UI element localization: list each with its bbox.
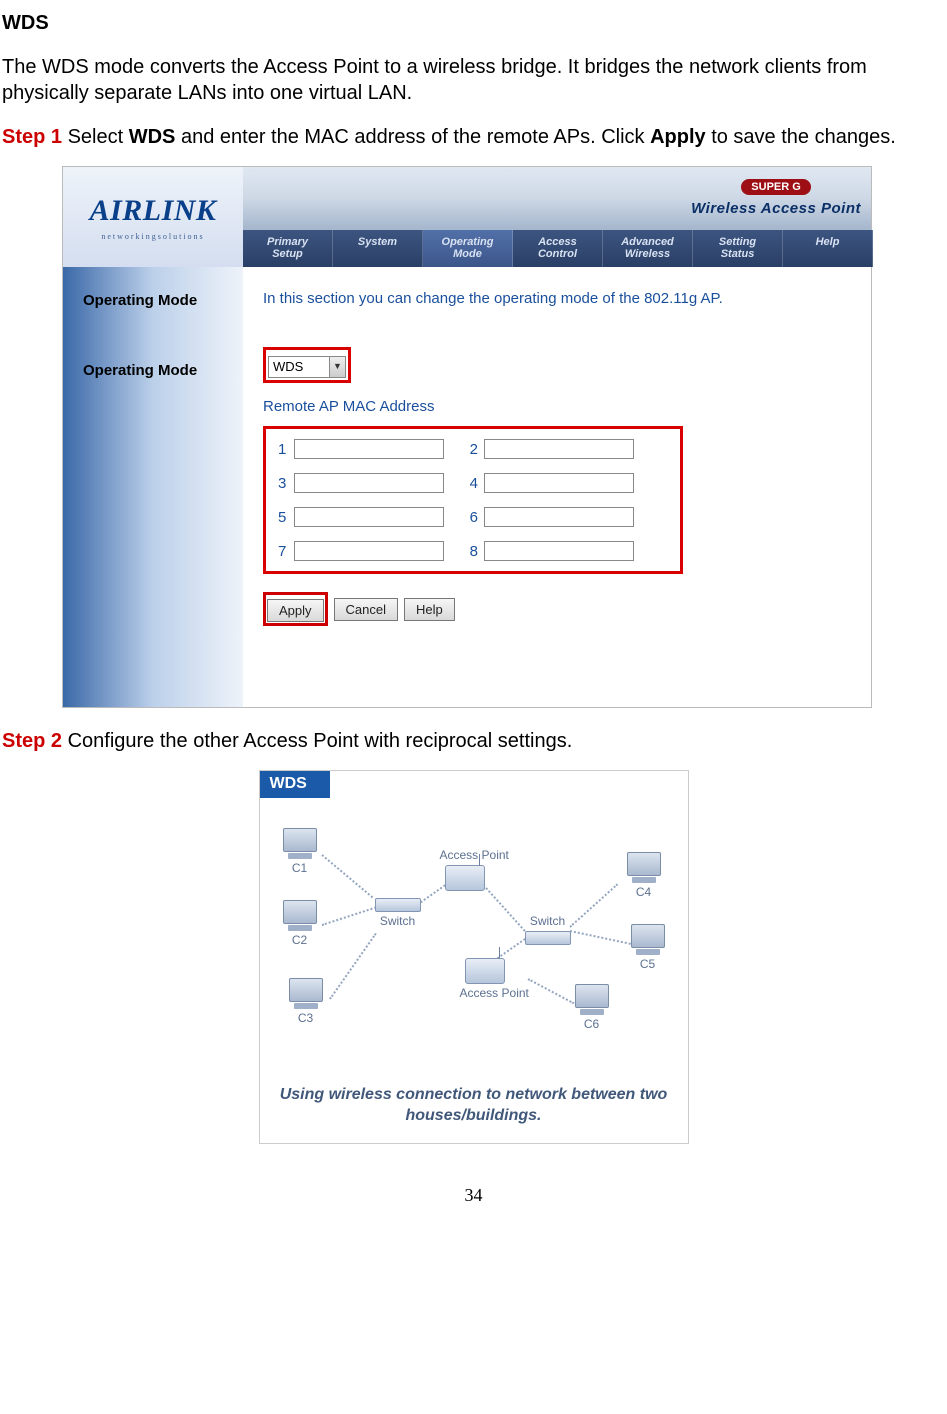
logo-subtext: networkingsolutions xyxy=(101,232,204,242)
help-button[interactable]: Help xyxy=(404,598,455,621)
label-ap2: Access Point xyxy=(460,986,510,1002)
label-c3: C3 xyxy=(284,1011,328,1027)
brand-badge: SUPER G Wireless Access Point xyxy=(691,171,861,219)
node-c4: C4 xyxy=(622,852,666,901)
tab-setting-status[interactable]: SettingStatus xyxy=(693,230,783,267)
step1-text-a: Select xyxy=(62,126,129,148)
wds-diagram-caption: Using wireless connection to network bet… xyxy=(280,1084,668,1127)
side-label-operating-mode-1: Operating Mode xyxy=(83,291,243,311)
mac-num-7: 7 xyxy=(278,542,294,562)
section-title: WDS xyxy=(2,10,945,36)
mac-input-5[interactable] xyxy=(294,507,444,527)
step1-text-b: and enter the MAC address of the remote … xyxy=(175,126,650,148)
page-number: 34 xyxy=(2,1184,945,1207)
cancel-button[interactable]: Cancel xyxy=(334,598,398,621)
logo-text: AIRLINK xyxy=(90,191,217,230)
mac-input-6[interactable] xyxy=(484,507,634,527)
apply-button[interactable]: Apply xyxy=(267,599,324,622)
mode-select[interactable]: WDS ▼ xyxy=(268,356,346,378)
node-c5: C5 xyxy=(626,924,670,973)
body: Operating Mode Operating Mode In this se… xyxy=(63,267,871,707)
tab-system[interactable]: System xyxy=(333,230,423,267)
tab-operating-mode[interactable]: OperatingMode xyxy=(423,230,513,267)
mac-num-1: 1 xyxy=(278,440,294,460)
node-ap2: Access Point xyxy=(460,958,510,1002)
mac-input-3[interactable] xyxy=(294,473,444,493)
wds-diagram: C1 C2 C3 Switch Access Point S xyxy=(270,808,678,1068)
logo: AIRLINK networkingsolutions xyxy=(63,167,243,267)
brand-wap: Wireless Access Point xyxy=(691,199,861,219)
line-c1-sw1 xyxy=(321,854,373,898)
label-sw2: Switch xyxy=(520,914,576,930)
wds-diagram-title: WDS xyxy=(260,771,330,798)
label-c4: C4 xyxy=(622,885,666,901)
step1-bold-wds: WDS xyxy=(129,126,176,148)
step2-label: Step 2 xyxy=(2,730,62,752)
line-sw2-c5 xyxy=(569,930,630,945)
step1-paragraph: Step 1 Select WDS and enter the MAC addr… xyxy=(2,124,945,150)
mac-num-8: 8 xyxy=(454,542,484,562)
mac-input-8[interactable] xyxy=(484,541,634,561)
node-c6: C6 xyxy=(570,984,614,1033)
node-c1: C1 xyxy=(278,828,322,877)
mac-input-2[interactable] xyxy=(484,439,634,459)
label-sw1: Switch xyxy=(370,914,426,930)
mac-grid: 1 2 3 4 5 6 7 8 xyxy=(278,439,668,561)
line-ap2-c6 xyxy=(527,978,574,1004)
mac-num-5: 5 xyxy=(278,508,294,528)
tab-bar: PrimarySetup System OperatingMode Access… xyxy=(243,230,873,267)
chevron-down-icon: ▼ xyxy=(329,357,345,377)
label-c6: C6 xyxy=(570,1017,614,1033)
brand-superg: SUPER G xyxy=(741,179,811,195)
mac-input-7[interactable] xyxy=(294,541,444,561)
step2-paragraph: Step 2 Configure the other Access Point … xyxy=(2,728,945,754)
mode-select-highlight: WDS ▼ xyxy=(263,347,351,383)
mac-input-4[interactable] xyxy=(484,473,634,493)
step1-label: Step 1 xyxy=(2,126,62,148)
side-label-operating-mode-2: Operating Mode xyxy=(83,361,243,381)
remote-ap-mac-label: Remote AP MAC Address xyxy=(263,397,851,417)
node-sw1: Switch xyxy=(370,898,426,930)
node-c2: C2 xyxy=(278,900,322,949)
mac-grid-highlight: 1 2 3 4 5 6 7 8 xyxy=(263,426,683,574)
mac-num-2: 2 xyxy=(454,440,484,460)
step1-text-c: to save the changes. xyxy=(706,126,896,148)
tab-advanced-wireless[interactable]: AdvancedWireless xyxy=(603,230,693,267)
step1-bold-apply: Apply xyxy=(650,126,706,148)
header-bar: AIRLINK networkingsolutions SUPER G Wire… xyxy=(63,167,871,267)
sidebar-gradient xyxy=(63,267,243,707)
mac-num-3: 3 xyxy=(278,474,294,494)
label-c1: C1 xyxy=(278,861,322,877)
label-ap1: Access Point xyxy=(440,848,490,864)
wds-diagram-panel: WDS C1 C2 C3 xyxy=(259,770,689,1144)
step2-text: Configure the other Access Point with re… xyxy=(62,730,572,752)
label-c2: C2 xyxy=(278,933,322,949)
admin-screenshot: AIRLINK networkingsolutions SUPER G Wire… xyxy=(62,166,872,708)
tab-help[interactable]: Help xyxy=(783,230,873,267)
node-c3: C3 xyxy=(284,978,328,1027)
section-description: In this section you can change the opera… xyxy=(263,289,851,309)
mac-num-4: 4 xyxy=(454,474,484,494)
label-c5: C5 xyxy=(626,957,670,973)
line-c3-sw1 xyxy=(329,933,377,1000)
node-ap1: Access Point xyxy=(440,848,490,892)
apply-button-highlight: Apply xyxy=(263,592,328,626)
button-row: Apply Cancel Help xyxy=(263,592,851,626)
tab-primary-setup[interactable]: PrimarySetup xyxy=(243,230,333,267)
mac-input-1[interactable] xyxy=(294,439,444,459)
line-sw2-c4 xyxy=(569,883,618,927)
node-sw2: Switch xyxy=(520,914,576,946)
content-area: In this section you can change the opera… xyxy=(243,267,871,707)
tab-access-control[interactable]: AccessControl xyxy=(513,230,603,267)
intro-paragraph: The WDS mode converts the Access Point t… xyxy=(2,54,945,106)
mode-select-value: WDS xyxy=(269,359,329,376)
mac-num-6: 6 xyxy=(454,508,484,528)
